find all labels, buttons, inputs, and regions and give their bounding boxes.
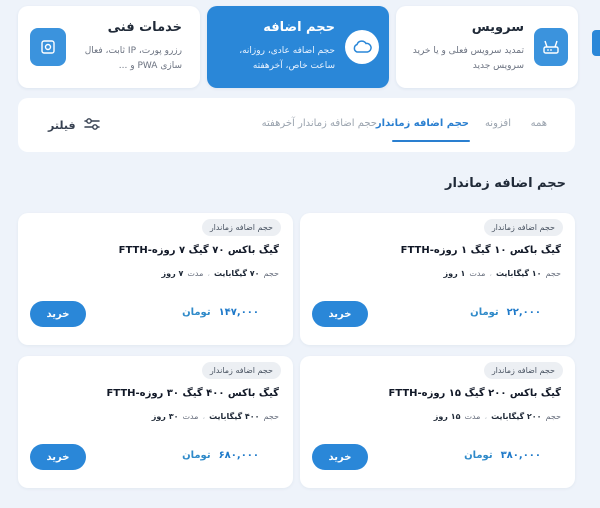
service-title: حجم اضافه <box>263 20 335 35</box>
service-description: تمدید سرویس فعلی و یا خرید سرویس جدید <box>412 46 524 71</box>
package-badge: حجم اضافه زماندار <box>483 219 563 236</box>
spec-separator: ، <box>202 412 206 421</box>
currency-label: تومان <box>182 307 211 318</box>
buy-button[interactable]: خرید <box>312 444 368 470</box>
package-specs: حجم ۲۰۰ گیگابایت ، مدت ۱۵ روز <box>434 412 561 421</box>
filter-icon <box>83 116 100 135</box>
volume-value: ۲۰۰ گیگابایت <box>491 412 542 421</box>
currency-label: تومان <box>464 450 493 461</box>
package-price: ۱۴۷,۰۰۰ تومان <box>182 307 259 318</box>
service-cards: سرویس تمدید سرویس فعلی و یا خرید سرویس ج… <box>0 0 600 96</box>
volume-value: ۷۰ گیگابایت <box>213 269 260 278</box>
filter-label: فیلتر <box>48 118 76 132</box>
package-price: ۶۸۰,۰۰۰ تومان <box>182 450 259 461</box>
filter-tabs-bar: همه افزونه حجم اضافه زماندار حجم اضافه ز… <box>18 98 575 152</box>
buy-button[interactable]: خرید <box>30 301 86 327</box>
package-specs: حجم ۷۰ گیگابایت ، مدت ۷ روز <box>161 269 279 278</box>
package-name: گیگ باکس ۷۰ گیگ ۷ روزه-FTTH <box>118 245 279 256</box>
currency-label: تومان <box>182 450 211 461</box>
duration-value: ۷ روز <box>161 269 184 278</box>
package-price: ۳۸۰,۰۰۰ تومان <box>464 450 541 461</box>
tab-addons[interactable]: افزونه <box>485 118 511 129</box>
duration-label: مدت <box>182 412 199 421</box>
price-value: ۳۸۰,۰۰۰ <box>500 450 541 461</box>
package-card: حجم اضافه زماندار گیگ باکس ۱۰ گیگ ۱ روزه… <box>300 213 575 345</box>
price-value: ۱۴۷,۰۰۰ <box>218 307 259 318</box>
package-specs: حجم ۴۰۰ گیگابایت ، مدت ۳۰ روز <box>152 412 279 421</box>
duration-label: مدت <box>187 269 204 278</box>
duration-value: ۱۵ روز <box>433 412 461 421</box>
package-card: حجم اضافه زماندار گیگ باکس ۷۰ گیگ ۷ روزه… <box>18 213 293 345</box>
currency-label: تومان <box>470 307 499 318</box>
volume-value: ۴۰۰ گیگابایت <box>209 412 260 421</box>
package-price: ۲۲,۰۰۰ تومان <box>470 307 541 318</box>
volume-label: حجم <box>263 269 279 278</box>
buy-button[interactable]: خرید <box>30 444 86 470</box>
service-description: رزرو پورت، IP ثابت، فعال سازی PWA و ... <box>84 46 182 71</box>
package-badge: حجم اضافه زماندار <box>201 362 281 379</box>
volume-label: حجم <box>545 412 561 421</box>
tab-all[interactable]: همه <box>531 118 547 129</box>
duration-label: مدت <box>469 269 486 278</box>
package-badge: حجم اضافه زماندار <box>483 362 563 379</box>
price-value: ۶۸۰,۰۰۰ <box>218 450 259 461</box>
tab-weekend-volume[interactable]: حجم اضافه زماندار آخرهفته <box>262 118 377 129</box>
service-card-extra-volume[interactable]: حجم اضافه حجم اضافه عادی، روزانه، ساعت خ… <box>207 6 389 88</box>
filter-button[interactable]: فیلتر <box>48 116 100 134</box>
duration-value: ۱ روز <box>443 269 466 278</box>
spec-separator: ، <box>489 269 492 278</box>
volume-label: حجم <box>263 412 279 421</box>
package-name: گیگ باکس ۱۰ گیگ ۱ روزه-FTTH <box>400 245 561 256</box>
service-title: خدمات فنی <box>107 20 182 35</box>
active-tab-indicator <box>392 140 470 142</box>
cloud-icon <box>345 30 379 64</box>
service-card-technical[interactable]: خدمات فنی رزرو پورت، IP ثابت، فعال سازی … <box>18 6 200 88</box>
tab-timed-volume[interactable]: حجم اضافه زماندار <box>376 118 469 129</box>
tools-icon <box>30 28 66 66</box>
duration-label: مدت <box>464 412 481 421</box>
service-title: سرویس <box>471 20 524 35</box>
service-card-subscription[interactable]: سرویس تمدید سرویس فعلی و یا خرید سرویس ج… <box>396 6 578 88</box>
router-icon <box>534 28 568 66</box>
spec-separator: ، <box>484 412 488 421</box>
spec-separator: ، <box>207 269 210 278</box>
duration-value: ۳۰ روز <box>151 412 179 421</box>
volume-label: حجم <box>545 269 561 278</box>
volume-value: ۱۰ گیگابایت <box>495 269 542 278</box>
package-card: حجم اضافه زماندار گیگ باکس ۲۰۰ گیگ ۱۵ رو… <box>300 356 575 488</box>
side-handle[interactable] <box>592 30 600 56</box>
package-specs: حجم ۱۰ گیگابایت ، مدت ۱ روز <box>443 269 561 278</box>
service-description: حجم اضافه عادی، روزانه، ساعت خاص، آخرهفت… <box>239 46 335 71</box>
package-badge: حجم اضافه زماندار <box>201 219 281 236</box>
package-name: گیگ باکس ۴۰۰ گیگ ۳۰ روزه-FTTH <box>106 388 279 399</box>
package-card: حجم اضافه زماندار گیگ باکس ۴۰۰ گیگ ۳۰ رو… <box>18 356 293 488</box>
section-title: حجم اضافه زماندار <box>444 176 566 191</box>
package-name: گیگ باکس ۲۰۰ گیگ ۱۵ روزه-FTTH <box>388 388 561 399</box>
price-value: ۲۲,۰۰۰ <box>506 307 541 318</box>
buy-button[interactable]: خرید <box>312 301 368 327</box>
